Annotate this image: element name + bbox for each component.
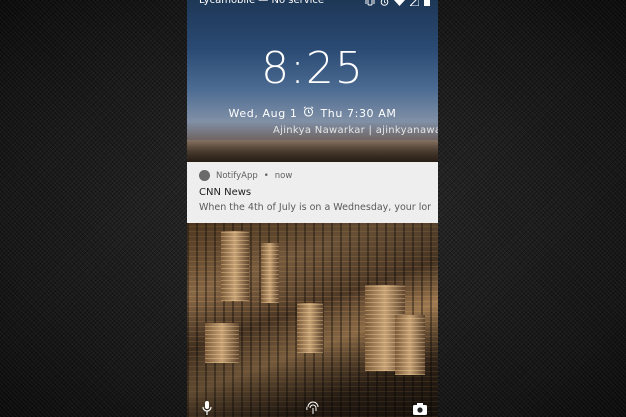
building <box>221 231 249 301</box>
next-alarm-icon <box>303 106 314 121</box>
building <box>205 323 239 363</box>
alarm-icon <box>380 0 389 11</box>
app-icon <box>199 170 210 181</box>
battery-icon <box>424 0 430 11</box>
camera-icon[interactable] <box>413 400 427 417</box>
lockscreen-clock: 8:25 <box>261 43 364 94</box>
next-alarm-label: Thu 7:30 AM <box>320 106 397 120</box>
notification-header: NotifyApp • now <box>199 170 292 181</box>
wifi-icon <box>394 0 405 11</box>
wallpaper-horizon <box>187 140 438 162</box>
building <box>395 315 425 375</box>
time-separator: • <box>263 170 269 181</box>
notification-title: CNN News <box>199 187 252 198</box>
building <box>297 303 323 353</box>
notification-card[interactable]: NotifyApp • now CNN News When the 4th of… <box>187 162 438 223</box>
date-label: Wed, Aug 1 <box>228 106 298 120</box>
notification-text: When the 4th of July is on a Wednesday, … <box>199 202 431 213</box>
phone-lockscreen: Lycamobile — No service 8:25 Wed, Aug 1 <box>187 0 438 417</box>
notification-time: now <box>274 170 293 181</box>
signal-icon <box>408 0 420 11</box>
building <box>261 243 279 303</box>
vibrate-icon <box>365 0 375 11</box>
carrier-label: Lycamobile — No service <box>199 0 325 6</box>
date-row: Wed, Aug 1 Thu 7:30 AM <box>187 106 438 121</box>
app-name: NotifyApp <box>216 170 258 181</box>
owner-info: Ajinkya Nawarkar | ajinkyanawarkar <box>273 125 438 136</box>
status-bar: Lycamobile — No service <box>187 0 438 8</box>
fingerprint-icon[interactable] <box>305 400 321 417</box>
lockscreen-shortcuts <box>187 398 438 417</box>
mic-icon[interactable] <box>202 400 212 417</box>
wallpaper-city <box>187 223 438 417</box>
